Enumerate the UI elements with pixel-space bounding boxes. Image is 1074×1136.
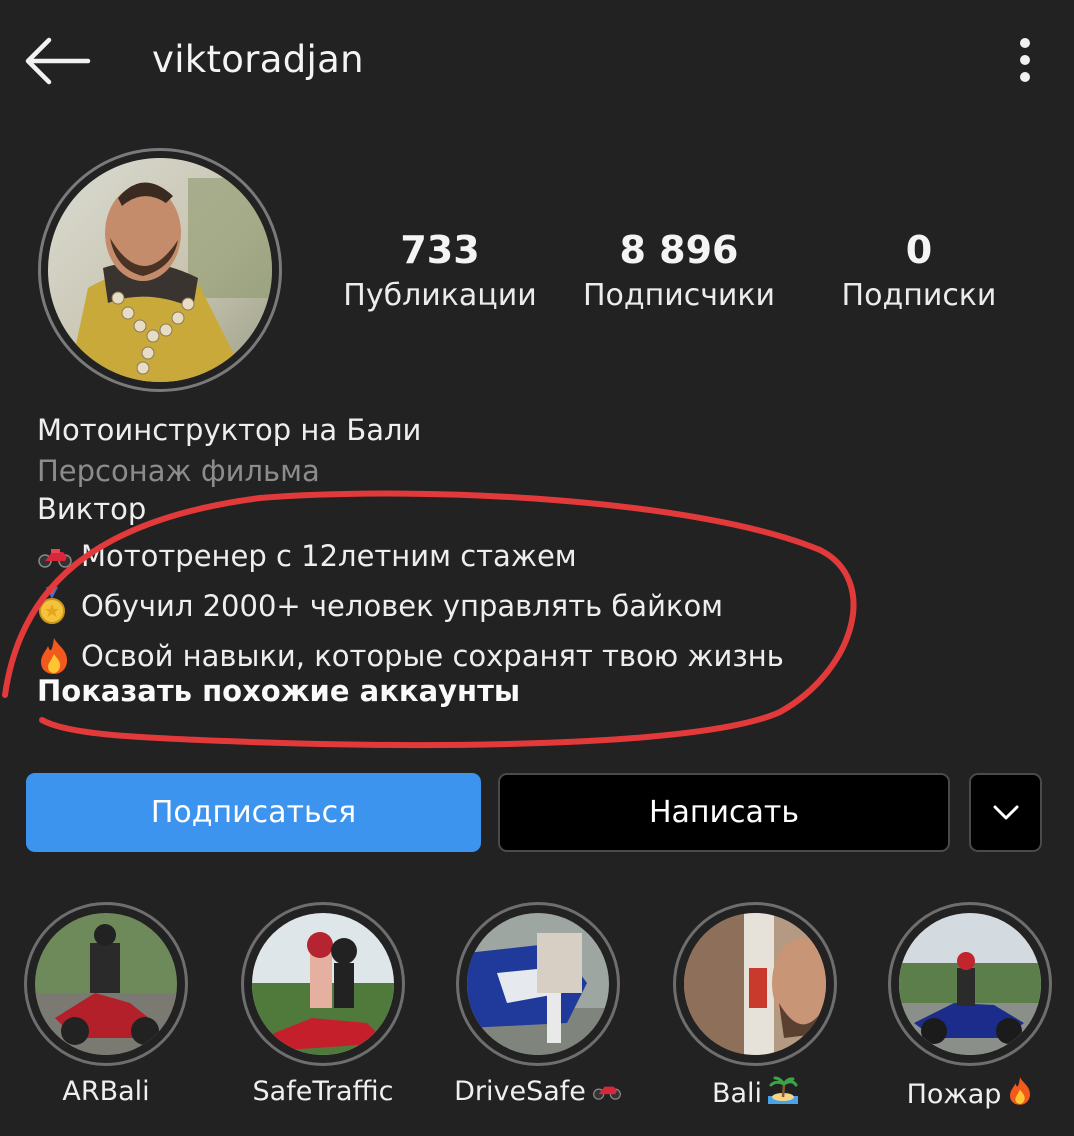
- highlight-ring: [673, 902, 837, 1066]
- highlight-label-row: SafeTraffic: [238, 1076, 408, 1107]
- highlight-cover: [35, 913, 177, 1055]
- bio-line: Мототренер с 12летним стажем: [37, 537, 577, 575]
- followers-stat[interactable]: 8 896 Подписчики: [580, 226, 778, 316]
- profile-username: viktoradjan: [152, 38, 364, 81]
- highlight-cover: [684, 913, 826, 1055]
- fire-icon: [1007, 1076, 1033, 1113]
- highlight-label: Bali: [711, 1078, 763, 1109]
- suggested-dropdown-button[interactable]: [969, 773, 1042, 852]
- chevron-down-icon: [993, 805, 1018, 819]
- more-options-button[interactable]: [1008, 36, 1042, 86]
- highlight-ring: [241, 902, 405, 1066]
- highlight-ring: [456, 902, 620, 1066]
- highlight-item[interactable]: DriveSafe: [453, 902, 623, 1107]
- highlight-label-row: Пожар: [885, 1076, 1055, 1113]
- highlight-label: SafeTraffic: [252, 1076, 394, 1107]
- profile-name: Мотоинструктор на Бали: [37, 413, 422, 447]
- bio-line-text: Освой навыки, которые сохранят твою жизн…: [81, 639, 784, 673]
- profile-page: viktoradjan 733 Публикации 8 896 Подписч…: [0, 0, 1074, 1136]
- arrow-left-icon: [25, 37, 91, 85]
- highlight-label-row: Bali: [670, 1076, 840, 1111]
- show-similar-accounts-link[interactable]: Показать похожие аккаунты: [37, 674, 520, 708]
- highlight-cover: [252, 913, 394, 1055]
- motorcycle-icon: [37, 537, 81, 575]
- bio-line-text: Мототренер с 12летним стажем: [81, 539, 577, 573]
- posts-label: Публикации: [343, 278, 537, 313]
- follow-button[interactable]: Подписаться: [26, 773, 481, 852]
- profile-photo: [48, 158, 272, 382]
- bio-line-text: Обучил 2000+ человек управлять байком: [81, 589, 724, 623]
- following-label: Подписки: [841, 278, 997, 313]
- highlight-cover: [899, 913, 1041, 1055]
- profile-category: Персонаж фильма: [37, 454, 320, 488]
- back-button[interactable]: [22, 34, 92, 88]
- fire-icon: [37, 637, 81, 675]
- highlight-item[interactable]: ARBali: [21, 902, 191, 1107]
- bio-line: Освой навыки, которые сохранят твою жизн…: [37, 637, 784, 675]
- highlight-label-row: ARBali: [21, 1076, 191, 1107]
- highlight-item[interactable]: SafeTraffic: [238, 902, 408, 1107]
- followers-label: Подписчики: [582, 278, 776, 313]
- medal-icon: [37, 587, 81, 625]
- island-icon: [768, 1076, 799, 1111]
- followers-count: 8 896: [619, 228, 739, 272]
- bio-line: Обучил 2000+ человек управлять байком: [37, 587, 723, 625]
- highlight-cover: [467, 913, 609, 1055]
- kebab-menu-icon: [1020, 38, 1030, 82]
- highlight-ring: [24, 902, 188, 1066]
- highlight-ring: [888, 902, 1052, 1066]
- avatar[interactable]: [38, 148, 282, 392]
- posts-count: 733: [400, 228, 480, 272]
- highlight-item[interactable]: Пожар: [885, 902, 1055, 1113]
- highlight-label: DriveSafe: [454, 1076, 586, 1107]
- highlight-label-row: DriveSafe: [453, 1076, 623, 1107]
- message-button[interactable]: Написать: [498, 773, 950, 852]
- highlight-label: ARBali: [62, 1076, 150, 1107]
- following-stat[interactable]: 0 Подписки: [838, 226, 1000, 316]
- motorcycle-icon: [592, 1076, 622, 1107]
- posts-stat[interactable]: 733 Публикации: [340, 226, 540, 316]
- bio-first-line: Виктор: [37, 492, 147, 526]
- following-count: 0: [905, 228, 933, 272]
- highlight-label: Пожар: [906, 1079, 1002, 1110]
- highlight-item[interactable]: Bali: [670, 902, 840, 1111]
